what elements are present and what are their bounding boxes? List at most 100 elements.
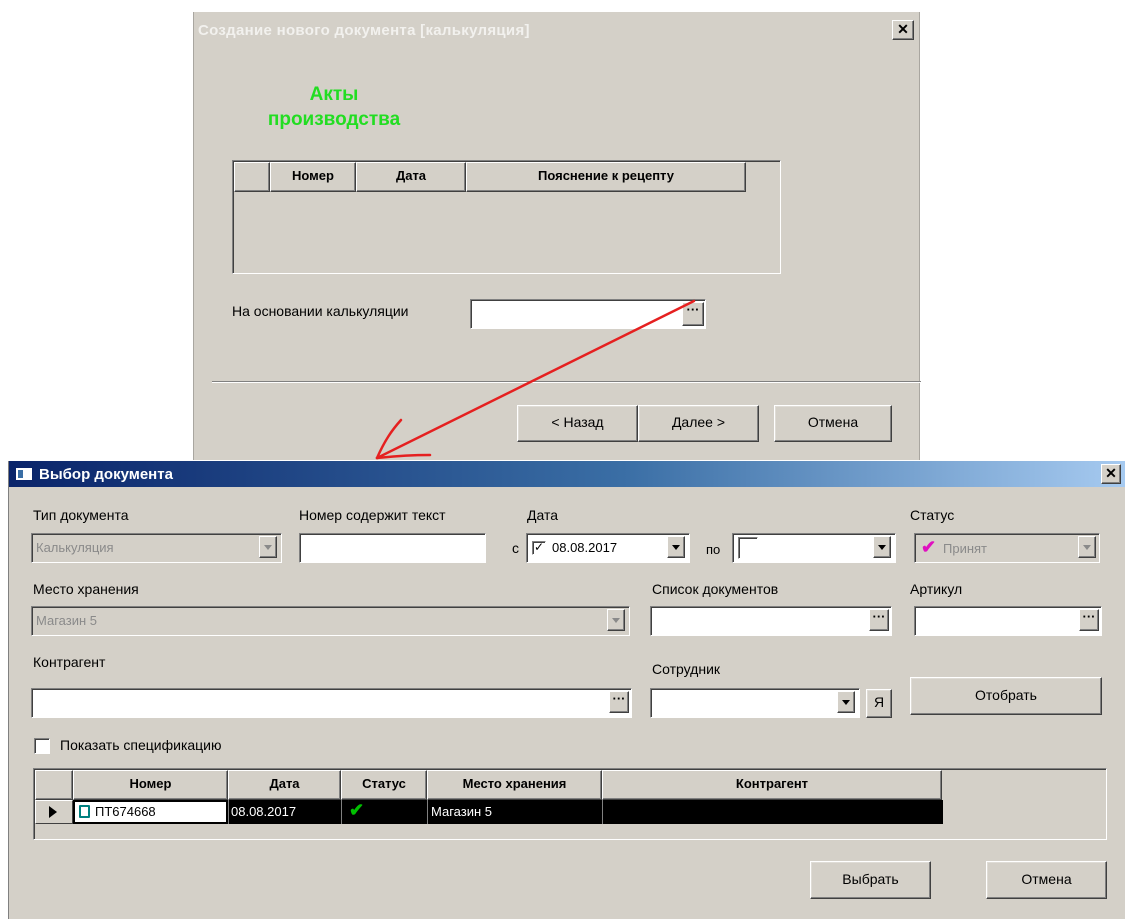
chevron-down-icon[interactable] bbox=[667, 536, 685, 558]
grid-indicator-header bbox=[35, 770, 73, 800]
cell-number[interactable]: ПТ674668 bbox=[74, 801, 227, 823]
status-select: ✔ Принят bbox=[914, 533, 1100, 563]
column-header-recipe-note[interactable]: Пояснение к рецепту bbox=[466, 162, 746, 192]
ellipsis-icon: ··· bbox=[612, 691, 626, 706]
doclist-label: Список документов bbox=[652, 581, 779, 597]
basis-label: На основании калькуляции bbox=[232, 303, 409, 319]
checkmark-icon: ✓ bbox=[533, 540, 545, 554]
chevron-down-icon[interactable] bbox=[837, 691, 855, 713]
date-from-checkbox[interactable]: ✓ bbox=[532, 541, 546, 555]
chevron-down-icon bbox=[1078, 536, 1096, 558]
production-acts-grid[interactable]: Номер Дата Пояснение к рецепту bbox=[232, 160, 781, 274]
picker-close-button[interactable]: ✕ bbox=[1101, 464, 1121, 484]
column-label: Дата bbox=[269, 776, 300, 791]
documents-grid[interactable]: Номер Дата Статус Место хранения Контраг… bbox=[33, 768, 1107, 840]
column-header-number[interactable]: Номер bbox=[73, 770, 228, 800]
article-label: Артикул bbox=[910, 581, 963, 597]
me-button[interactable]: Я bbox=[866, 689, 892, 718]
column-label: Место хранения bbox=[462, 776, 567, 791]
window-icon bbox=[15, 467, 33, 481]
column-label: Контрагент bbox=[735, 776, 809, 791]
picker-title: Выбор документа bbox=[39, 466, 173, 483]
date-from-value: 08.08.2017 bbox=[552, 540, 618, 555]
column-header-storage[interactable]: Место хранения bbox=[427, 770, 602, 800]
column-header-number[interactable]: Номер bbox=[270, 162, 356, 192]
column-divider bbox=[602, 800, 603, 824]
doc-type-value: Калькуляция bbox=[36, 540, 114, 555]
column-label: Пояснение к рецепту bbox=[538, 168, 674, 183]
next-button[interactable]: Далее > bbox=[638, 405, 759, 442]
close-icon: ✕ bbox=[1105, 465, 1117, 481]
picker-titlebar: Выбор документа bbox=[9, 461, 1125, 487]
storage-select: Магазин 5 bbox=[31, 606, 630, 636]
accepted-check-icon: ✔ bbox=[349, 800, 365, 820]
status-mark-icon: ✔ bbox=[921, 537, 937, 557]
doc-type-select: Калькуляция bbox=[31, 533, 282, 563]
ellipsis-icon: ··· bbox=[1082, 609, 1096, 624]
doclist-browse-button[interactable]: ··· bbox=[869, 609, 889, 631]
doc-type-label: Тип документа bbox=[33, 507, 129, 523]
chevron-down-icon[interactable] bbox=[873, 536, 891, 558]
wizard-close-button[interactable]: ✕ bbox=[892, 20, 914, 40]
close-icon: ✕ bbox=[897, 21, 909, 37]
storage-value: Магазин 5 bbox=[36, 613, 97, 628]
wizard-title: Создание нового документа [калькуляция] bbox=[194, 12, 919, 50]
column-label: Дата bbox=[395, 168, 427, 183]
date-from-picker[interactable]: ✓ 08.08.2017 bbox=[526, 533, 690, 563]
row-number: ПТ674668 bbox=[95, 804, 156, 819]
section-title-line2: производства bbox=[267, 109, 401, 130]
employee-select[interactable] bbox=[650, 688, 860, 718]
wizard-divider bbox=[212, 381, 921, 383]
column-label: Номер bbox=[292, 168, 334, 183]
status-value: Принят bbox=[943, 541, 988, 556]
column-label: Номер bbox=[129, 776, 172, 791]
date-to-picker[interactable] bbox=[732, 533, 896, 563]
ellipsis-icon: ··· bbox=[686, 302, 700, 317]
document-icon bbox=[79, 805, 90, 818]
row-date: 08.08.2017 bbox=[231, 804, 297, 819]
filter-button[interactable]: Отобрать bbox=[910, 677, 1102, 715]
grid-indicator-header bbox=[234, 162, 270, 192]
number-label: Номер содержит текст bbox=[299, 507, 446, 523]
counterparty-browse-button[interactable]: ··· bbox=[609, 691, 629, 713]
column-divider bbox=[341, 800, 342, 824]
section-title-line1: Акты bbox=[309, 84, 359, 105]
table-row[interactable]: ПТ674668 08.08.2017 ✔ Магазин 5 bbox=[35, 800, 943, 824]
basis-browse-button[interactable]: ··· bbox=[682, 302, 704, 326]
ellipsis-icon: ··· bbox=[872, 609, 886, 624]
column-label: Статус bbox=[362, 776, 406, 791]
chevron-down-icon bbox=[607, 609, 625, 631]
number-contains-input[interactable] bbox=[299, 533, 486, 563]
create-document-wizard: Создание нового документа [калькуляция] … bbox=[193, 12, 921, 460]
picker-cancel-button[interactable]: Отмена bbox=[986, 861, 1107, 899]
storage-label: Место хранения bbox=[33, 581, 139, 597]
date-label: Дата bbox=[527, 507, 559, 523]
back-button[interactable]: < Назад bbox=[517, 405, 638, 442]
document-picker-dialog: Выбор документа ✕ Тип документа Номер со… bbox=[8, 461, 1125, 919]
column-divider bbox=[228, 800, 229, 824]
counterparty-label: Контрагент bbox=[33, 654, 106, 670]
status-label: Статус bbox=[910, 507, 955, 523]
basis-calculation-field[interactable] bbox=[470, 299, 706, 329]
column-header-date[interactable]: Дата bbox=[356, 162, 466, 192]
column-header-status[interactable]: Статус bbox=[341, 770, 427, 800]
column-header-date[interactable]: Дата bbox=[228, 770, 341, 800]
row-storage: Магазин 5 bbox=[431, 804, 492, 819]
show-spec-checkbox[interactable] bbox=[34, 738, 50, 754]
row-indicator[interactable] bbox=[35, 800, 73, 824]
doclist-field[interactable]: ··· bbox=[650, 606, 892, 636]
article-field[interactable]: ··· bbox=[914, 606, 1102, 636]
column-divider bbox=[427, 800, 428, 824]
show-spec-label: Показать спецификацию bbox=[60, 737, 222, 753]
current-row-arrow-icon bbox=[49, 806, 57, 818]
date-from-prefix: с bbox=[512, 540, 519, 556]
counterparty-field[interactable]: ··· bbox=[31, 688, 632, 718]
date-to-checkbox[interactable] bbox=[738, 537, 758, 559]
article-browse-button[interactable]: ··· bbox=[1079, 609, 1099, 631]
column-header-counterparty[interactable]: Контрагент bbox=[602, 770, 942, 800]
employee-label: Сотрудник bbox=[652, 661, 721, 677]
wizard-section-title: Акты производства bbox=[264, 82, 404, 132]
choose-button[interactable]: Выбрать bbox=[810, 861, 931, 899]
chevron-down-icon bbox=[259, 536, 277, 558]
wizard-cancel-button[interactable]: Отмена bbox=[774, 405, 892, 442]
